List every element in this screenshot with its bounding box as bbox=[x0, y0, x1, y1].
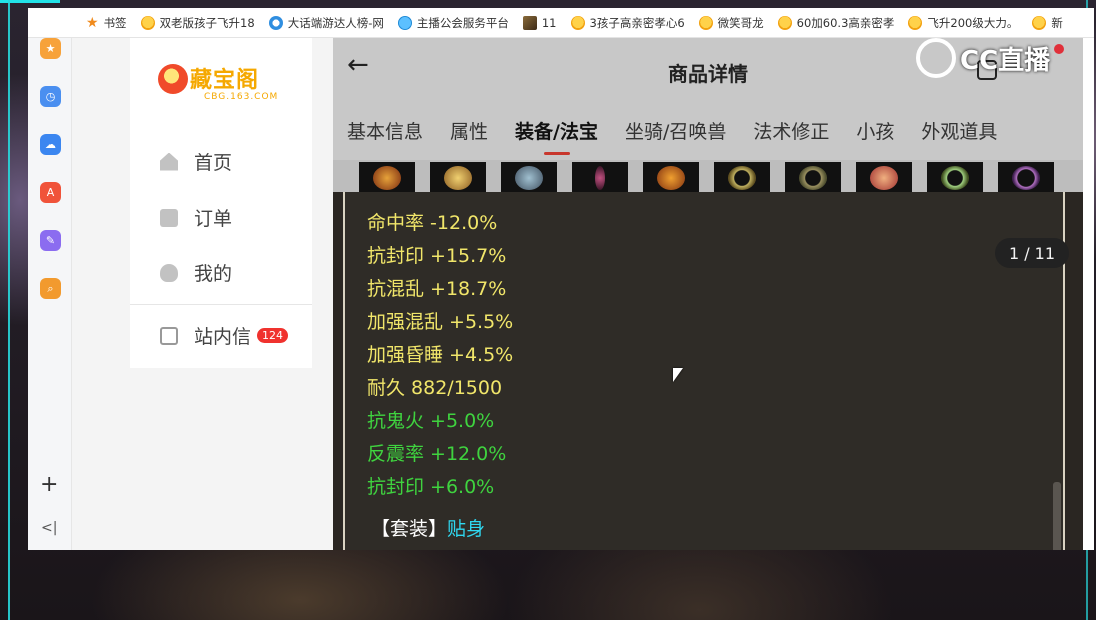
site-left-pane: 藏宝阁 CBG.163.COM 首页 订单 我的 站内信 124 bbox=[72, 38, 333, 550]
tab-equipment[interactable]: 装备/法宝 bbox=[515, 117, 598, 155]
star-icon: ★ bbox=[86, 14, 99, 31]
tab-children[interactable]: 小孩 bbox=[856, 117, 894, 144]
browser-icon bbox=[268, 15, 283, 30]
nav-messages[interactable]: 站内信 124 bbox=[160, 322, 289, 349]
equipment-thumbnail[interactable] bbox=[572, 162, 628, 192]
game-icon bbox=[522, 15, 537, 30]
chick-icon bbox=[698, 15, 713, 30]
home-icon bbox=[160, 152, 178, 171]
tab-appearance-items[interactable]: 外观道具 bbox=[921, 117, 997, 144]
cloud-icon bbox=[397, 15, 412, 30]
logo-title: 藏宝阁 bbox=[190, 68, 260, 93]
nav-divider bbox=[130, 304, 312, 305]
browser-window: ★ 书签 双老版孩子飞升18 大话端游达人榜-网 主播公会服务平台 11 3孩子… bbox=[28, 8, 1094, 550]
equipment-thumbnails bbox=[333, 160, 1083, 192]
equipment-thumbnail[interactable] bbox=[785, 162, 841, 192]
suit-link[interactable]: 贴身 bbox=[447, 518, 485, 540]
collapse-sidebar-icon[interactable]: <| bbox=[41, 520, 57, 536]
bookmark-item[interactable]: 60加60.3高亲密孝 bbox=[777, 15, 894, 31]
product-detail-panel: ← 商品详情 基本信息 属性 装备/法宝 坐骑/召唤兽 法术修正 小孩 外观道具 bbox=[333, 38, 1083, 550]
bonus-stat-line: 抗封印 +6.0% bbox=[367, 476, 495, 498]
tab-mounts-pets[interactable]: 坐骑/召唤兽 bbox=[625, 117, 726, 144]
bookmarks-bar: ★ 书签 双老版孩子飞升18 大话端游达人榜-网 主播公会服务平台 11 3孩子… bbox=[28, 8, 1094, 38]
tab-attributes[interactable]: 属性 bbox=[450, 117, 488, 144]
order-icon bbox=[160, 208, 178, 227]
stat-line: 命中率 -12.0% bbox=[367, 212, 498, 234]
favorites-icon[interactable]: ★ bbox=[40, 38, 61, 59]
history-icon[interactable]: ◷ bbox=[40, 86, 61, 107]
bookmark-item[interactable]: 大话端游达人榜-网 bbox=[268, 15, 384, 31]
detail-tabs: 基本信息 属性 装备/法宝 坐骑/召唤兽 法术修正 小孩 外观道具 bbox=[333, 100, 1083, 160]
search-icon[interactable]: ⌕ bbox=[40, 278, 61, 299]
durability-line: 耐久 882/1500 bbox=[367, 377, 503, 399]
equipment-thumbnail[interactable] bbox=[359, 162, 415, 192]
equipment-thumbnail[interactable] bbox=[501, 162, 557, 192]
scrollbar[interactable] bbox=[1053, 482, 1061, 550]
chick-icon bbox=[140, 15, 155, 30]
add-icon[interactable]: + bbox=[40, 472, 58, 497]
logo-subtitle: CBG.163.COM bbox=[204, 92, 279, 102]
equipment-thumbnail[interactable] bbox=[998, 162, 1054, 192]
equipment-thumbnail[interactable] bbox=[714, 162, 770, 192]
chick-icon bbox=[570, 15, 585, 30]
bookmark-item[interactable]: 微笑哥龙 bbox=[698, 15, 764, 31]
tab-spell-modifiers[interactable]: 法术修正 bbox=[753, 117, 829, 144]
page-indicator: 1 / 11 bbox=[995, 238, 1069, 268]
site-nav: 藏宝阁 CBG.163.COM 首页 订单 我的 站内信 124 bbox=[130, 38, 312, 368]
user-icon bbox=[160, 263, 178, 282]
stat-line: 加强昏睡 +4.5% bbox=[367, 344, 514, 366]
bookmark-item[interactable]: 双老版孩子飞升18 bbox=[140, 15, 255, 31]
equipment-thumbnail[interactable] bbox=[927, 162, 983, 192]
nav-orders[interactable]: 订单 bbox=[160, 204, 232, 231]
pdf-icon[interactable]: A bbox=[40, 182, 61, 203]
tab-basic-info[interactable]: 基本信息 bbox=[347, 117, 423, 144]
browser-sidebar: ★ ◷ ☁ A ✎ ⌕ + <| bbox=[28, 38, 72, 550]
bonus-stat-line: 抗鬼火 +5.0% bbox=[367, 410, 495, 432]
stat-line: 加强混乱 +5.5% bbox=[367, 311, 514, 333]
nav-mine[interactable]: 我的 bbox=[160, 259, 232, 286]
equipment-thumbnail[interactable] bbox=[856, 162, 912, 192]
cc-logo-icon bbox=[916, 38, 956, 78]
equipment-thumbnail[interactable] bbox=[643, 162, 699, 192]
bookmark-item[interactable]: ★ 书签 bbox=[86, 15, 127, 31]
mail-icon bbox=[160, 326, 178, 345]
chick-icon bbox=[1032, 15, 1047, 30]
bookmark-item[interactable]: 主播公会服务平台 bbox=[397, 15, 509, 31]
stream-frame-left bbox=[8, 0, 10, 620]
bonus-stat-line: 反震率 +12.0% bbox=[367, 443, 507, 465]
bookmark-item[interactable]: 3孩子高亲密孝心6 bbox=[570, 15, 685, 31]
live-dot-icon bbox=[1054, 44, 1065, 54]
chick-icon bbox=[908, 15, 923, 30]
equipment-thumbnail[interactable] bbox=[430, 162, 486, 192]
treasure-bag-icon bbox=[158, 64, 188, 94]
cc-live-watermark: CC直播 bbox=[916, 38, 1065, 78]
equipment-tooltip: 命中率 -12.0% 抗封印 +15.7% 抗混乱 +18.7% 加强混乱 +5… bbox=[343, 192, 1069, 550]
bookmark-item[interactable]: 新 bbox=[1032, 15, 1063, 31]
chick-icon bbox=[777, 15, 792, 30]
stat-line: 抗混乱 +18.7% bbox=[367, 278, 507, 300]
bookmark-item[interactable]: 飞升200级大力。 bbox=[908, 15, 1018, 31]
cbg-logo[interactable]: 藏宝阁 CBG.163.COM bbox=[158, 58, 298, 108]
bookmark-item[interactable]: 11 bbox=[522, 15, 557, 30]
suit-line: 【套装】贴身 bbox=[371, 518, 486, 540]
mouse-cursor-icon bbox=[673, 368, 683, 382]
stat-line: 抗封印 +15.7% bbox=[367, 245, 507, 267]
edit-icon[interactable]: ✎ bbox=[40, 230, 61, 251]
nav-home[interactable]: 首页 bbox=[160, 148, 232, 175]
unread-badge: 124 bbox=[257, 328, 289, 343]
cloud-sync-icon[interactable]: ☁ bbox=[40, 134, 61, 155]
